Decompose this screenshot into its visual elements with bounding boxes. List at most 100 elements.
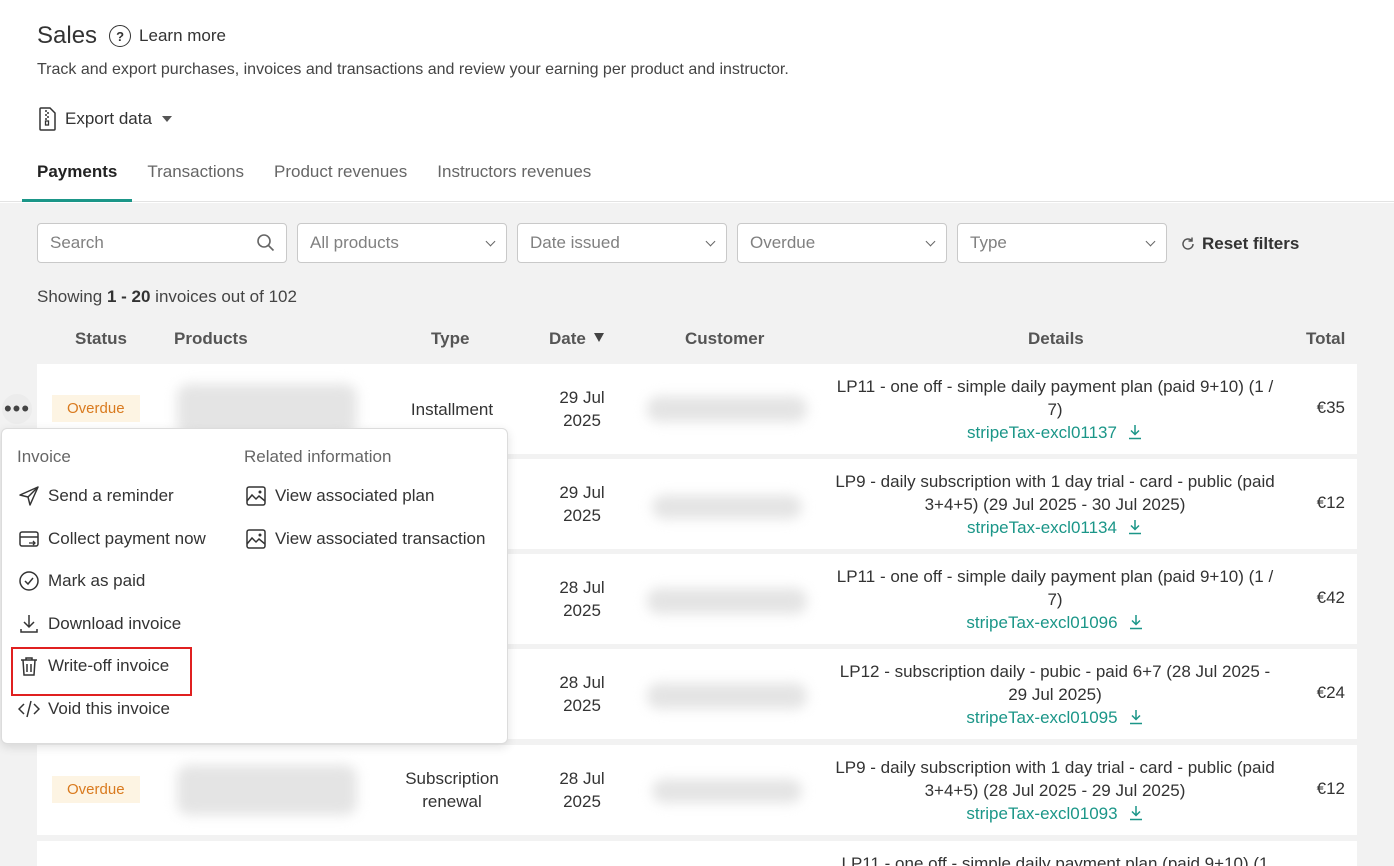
help-circle-icon[interactable]: ? [109, 25, 132, 47]
row-date: 29 Jul 2025 [537, 386, 627, 432]
customer-name-blurred [652, 495, 802, 519]
tab-instructors-revenues[interactable]: Instructors revenues [422, 150, 606, 202]
send-icon [19, 486, 39, 506]
menu-item-label: Collect payment now [48, 529, 206, 548]
check-circle-icon [19, 571, 39, 591]
date-filter-select[interactable]: Date issued [517, 223, 727, 263]
showing-suffix: invoices out of 102 [155, 287, 297, 306]
row-date: 28 Jul 2025 [537, 767, 627, 813]
search-icon [257, 234, 275, 252]
column-header-customer[interactable]: Customer [685, 329, 764, 349]
row-date-day: 28 Jul [559, 769, 605, 788]
results-count: Showing 1 - 20 invoices out of 102 [37, 287, 297, 307]
row-details-text: LP11 - one off - simple daily payment pl… [836, 377, 1274, 419]
row-date: 28 Jul 2025 [537, 671, 627, 717]
image-icon [246, 486, 266, 506]
product-thumbnail-blurred [177, 384, 357, 434]
invoice-reference-link[interactable]: stripeTax-excl01137 [967, 423, 1117, 442]
invoice-reference-link[interactable]: stripeTax-excl01093 [966, 804, 1117, 823]
menu-heading-related: Related information [244, 447, 392, 466]
row-date-year: 2025 [563, 792, 601, 811]
page-title: Sales [37, 22, 98, 49]
download-icon[interactable] [1127, 424, 1143, 440]
row-details: LP9 - daily subscription with 1 day tria… [833, 470, 1277, 539]
credit-card-icon [19, 531, 39, 547]
download-icon[interactable] [1127, 519, 1143, 535]
status-badge: Overdue [52, 395, 140, 422]
row-date-day: 29 Jul [559, 388, 605, 407]
caret-down-icon [161, 116, 172, 122]
title-row: Sales ? Learn more [37, 22, 226, 50]
products-filter-select[interactable]: All products [297, 223, 507, 263]
row-date-year: 2025 [563, 411, 601, 430]
row-date-year: 2025 [563, 601, 601, 620]
row-date: 28 Jul 2025 [537, 576, 627, 622]
reset-filters-label: Reset filters [1202, 234, 1300, 253]
learn-more-link[interactable]: Learn more [139, 26, 226, 46]
menu-item-mark-paid[interactable]: Mark as paid [18, 570, 145, 592]
reset-filters-button[interactable]: Reset filters [1180, 234, 1299, 254]
tab-payments[interactable]: Payments [22, 150, 133, 202]
page-subtitle: Track and export purchases, invoices and… [37, 61, 789, 78]
image-icon [246, 529, 266, 549]
tab-bar: Payments Transactions Product revenues I… [22, 150, 606, 202]
menu-item-collect-payment[interactable]: Collect payment now [18, 528, 206, 550]
download-icon[interactable] [1128, 614, 1144, 630]
tab-transactions[interactable]: Transactions [132, 150, 259, 202]
chevron-down-icon [705, 236, 716, 247]
row-details-text: LP12 - subscription daily - pubic - paid… [839, 662, 1271, 704]
chevron-down-icon [485, 236, 496, 247]
menu-item-label: Void this invoice [48, 699, 170, 718]
column-header-date[interactable]: Date [549, 329, 604, 349]
menu-item-label: Mark as paid [48, 571, 146, 590]
column-header-type[interactable]: Type [431, 329, 469, 349]
invoice-reference-link[interactable]: stripeTax-excl01134 [967, 518, 1117, 537]
table-row[interactable]: LP11 - one off - simple daily payment pl… [37, 841, 1357, 866]
customer-name-blurred [647, 588, 807, 614]
invoice-reference-link[interactable]: stripeTax-excl01095 [966, 708, 1117, 727]
column-header-total[interactable]: Total [1306, 329, 1345, 349]
column-header-details[interactable]: Details [1028, 329, 1084, 349]
column-header-products[interactable]: Products [174, 329, 248, 349]
row-date: 29 Jul 2025 [537, 481, 627, 527]
menu-item-label: View associated transaction [275, 529, 486, 548]
menu-item-send-reminder[interactable]: Send a reminder [18, 485, 174, 507]
download-icon [20, 615, 38, 633]
row-date-day: 29 Jul [559, 483, 605, 502]
menu-item-label: Download invoice [48, 614, 182, 633]
row-details-text: LP11 - one off - simple daily payment pl… [841, 854, 1269, 866]
menu-item-download-invoice[interactable]: Download invoice [18, 613, 181, 635]
type-filter-select[interactable]: Type [957, 223, 1167, 263]
menu-item-view-transaction[interactable]: View associated transaction [245, 528, 485, 550]
search-input[interactable]: Search [37, 223, 287, 263]
sort-descending-icon[interactable] [593, 333, 604, 342]
column-header-status[interactable]: Status [75, 329, 127, 349]
menu-item-label: View associated plan [275, 486, 435, 505]
status-badge: Overdue [52, 776, 140, 803]
download-icon[interactable] [1128, 805, 1144, 821]
invoice-reference-link[interactable]: stripeTax-excl01096 [966, 613, 1117, 632]
customer-name-blurred [652, 779, 802, 803]
row-actions-button[interactable]: ••• [2, 394, 32, 424]
menu-item-view-plan[interactable]: View associated plan [245, 485, 434, 507]
table-row[interactable]: Overdue Subscription renewal 28 Jul 2025 … [37, 745, 1357, 835]
row-total: €42 [1316, 588, 1345, 607]
type-filter-value: Type [970, 233, 1007, 252]
download-icon[interactable] [1128, 709, 1144, 725]
refresh-icon [1182, 237, 1194, 250]
zip-file-icon [39, 107, 56, 131]
showing-prefix: Showing [37, 287, 103, 306]
row-details-text: LP9 - daily subscription with 1 day tria… [835, 758, 1275, 800]
row-total: €12 [1316, 493, 1345, 512]
chevron-down-icon [1145, 236, 1156, 247]
row-date-year: 2025 [563, 506, 601, 525]
search-placeholder: Search [50, 233, 104, 252]
row-details: LP11 - one off - simple daily payment pl… [833, 852, 1277, 866]
tab-product-revenues[interactable]: Product revenues [259, 150, 422, 202]
row-details: LP12 - subscription daily - pubic - paid… [833, 660, 1277, 729]
row-details: LP11 - one off - simple daily payment pl… [833, 375, 1277, 444]
export-data-button[interactable]: Export data [37, 107, 172, 131]
customer-name-blurred [647, 683, 807, 709]
menu-item-void-invoice[interactable]: Void this invoice [18, 698, 170, 720]
status-filter-select[interactable]: Overdue [737, 223, 947, 263]
